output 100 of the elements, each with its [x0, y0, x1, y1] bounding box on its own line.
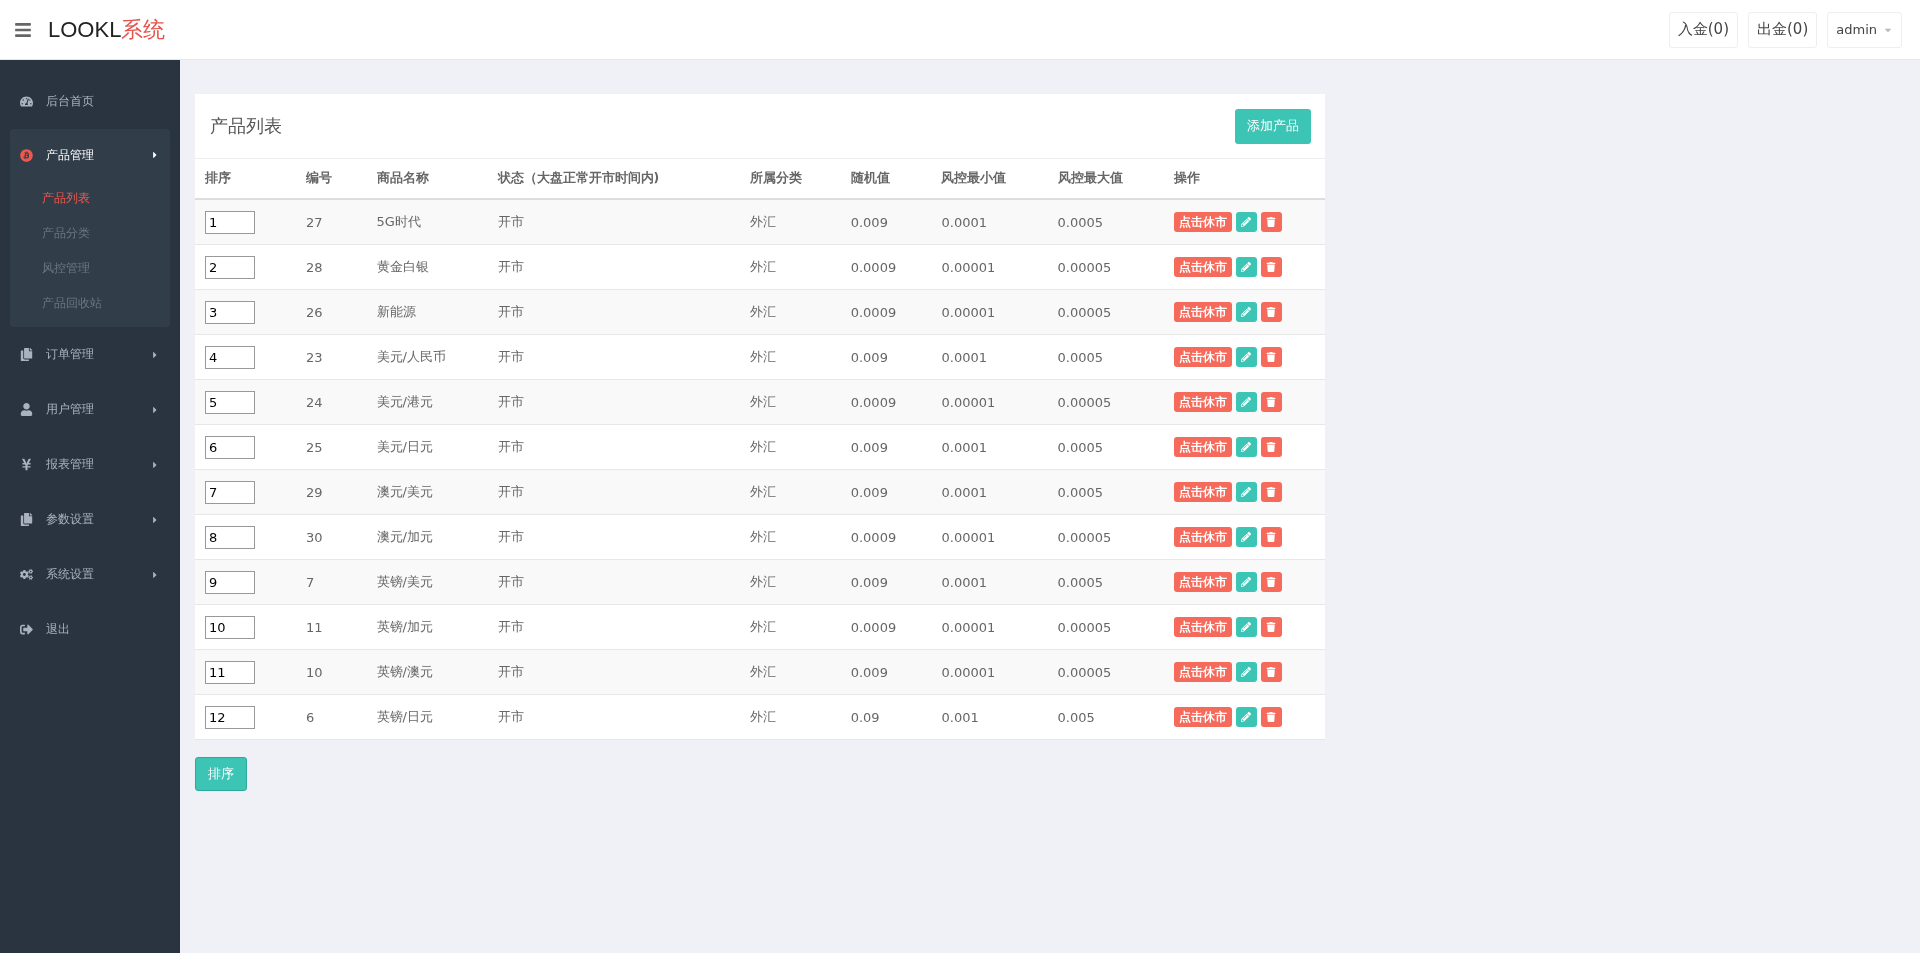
edit-button[interactable] [1235, 347, 1257, 367]
edit-button[interactable] [1235, 437, 1257, 457]
sidebar-item[interactable]: 系统设置 [10, 547, 170, 602]
bitcoin-icon [20, 148, 33, 162]
sidebar-item[interactable]: 参数设置 [10, 492, 170, 547]
edit-button[interactable] [1235, 257, 1257, 277]
edit-button[interactable] [1235, 707, 1257, 727]
trash-icon [1266, 532, 1276, 542]
table-cell: 7 [295, 559, 367, 605]
table-cell: 英镑/澳元 [366, 649, 488, 695]
pencil-icon [1241, 442, 1251, 452]
order-input[interactable]: 8 [205, 525, 255, 549]
table-cell: 英镑/加元 [366, 604, 488, 650]
table-cell: 外汇 [739, 289, 841, 335]
order-input[interactable]: 2 [205, 255, 255, 279]
order-input[interactable]: 11 [205, 660, 255, 684]
order-input[interactable]: 5 [205, 390, 255, 414]
order-input[interactable]: 12 [205, 705, 255, 729]
order-input[interactable]: 3 [205, 300, 255, 324]
table-cell: 外汇 [739, 694, 841, 740]
table-cell: 开市 [487, 424, 740, 470]
table-cell: 6 [295, 694, 367, 740]
edit-button[interactable] [1235, 392, 1257, 412]
delete-button[interactable] [1260, 707, 1282, 727]
table-cell: 0.009 [840, 469, 932, 515]
edit-button[interactable] [1235, 662, 1257, 682]
table-cell: 0.00005 [1047, 289, 1164, 335]
delete-button[interactable] [1260, 212, 1282, 232]
table-cell: 0.00001 [931, 604, 1048, 650]
table-cell: 0.0009 [840, 514, 932, 560]
table-cell: 0.0009 [840, 289, 932, 335]
table-cell: 0.00005 [1047, 649, 1164, 695]
delete-button[interactable] [1260, 617, 1282, 637]
menu-icon[interactable] [14, 20, 32, 39]
edit-button[interactable] [1235, 212, 1257, 232]
edit-button[interactable] [1235, 302, 1257, 322]
table-cell: 外汇 [739, 199, 841, 245]
user-dropdown[interactable]: admin [1827, 11, 1902, 48]
table-cell: 0.00001 [931, 649, 1048, 695]
pencil-icon [1241, 577, 1251, 587]
delete-button[interactable] [1260, 257, 1282, 277]
header-button[interactable]: 出金(0) [1748, 11, 1818, 48]
delete-button[interactable] [1260, 302, 1282, 322]
table-cell: 11 [295, 604, 367, 650]
trash-icon [1266, 217, 1276, 227]
table-cell: 0.00005 [1047, 379, 1164, 425]
edit-button[interactable] [1235, 527, 1257, 547]
table-cell: 0.009 [840, 199, 932, 245]
table-cell: 外汇 [739, 649, 841, 695]
sidebar-subitem[interactable]: 产品列表 [10, 181, 170, 216]
table-cell: 外汇 [739, 559, 841, 605]
delete-button[interactable] [1260, 572, 1282, 592]
table-cell: 0.005 [1047, 694, 1164, 740]
trash-icon [1266, 712, 1276, 722]
card-title: 产品列表 [210, 114, 282, 138]
pencil-icon [1241, 712, 1251, 722]
table-cell: 30 [295, 514, 367, 560]
delete-button[interactable] [1260, 347, 1282, 367]
sidebar-item[interactable]: 后台首页 [0, 74, 180, 129]
order-input[interactable]: 6 [205, 435, 255, 459]
header-button[interactable]: 入金(0) [1668, 11, 1738, 48]
trash-icon [1266, 667, 1276, 677]
delete-button[interactable] [1260, 392, 1282, 412]
table-cell: 0.00001 [931, 289, 1048, 335]
pencil-icon [1241, 667, 1251, 677]
delete-button[interactable] [1260, 437, 1282, 457]
sidebar-item[interactable]: 订单管理 [10, 327, 170, 382]
order-input[interactable]: 4 [205, 345, 255, 369]
sidebar-item[interactable]: 产品管理 [10, 129, 170, 181]
table-cell: 开市 [487, 514, 740, 560]
table-cell: 美元/日元 [366, 424, 488, 470]
table-cell: 0.00001 [931, 379, 1048, 425]
table-cell: 0.0001 [931, 559, 1048, 605]
table-cell: 开市 [487, 604, 740, 650]
trash-icon [1266, 307, 1276, 317]
edit-button[interactable] [1235, 482, 1257, 502]
sidebar-item[interactable]: 报表管理 [10, 437, 170, 492]
table-cell: 0.00005 [1047, 604, 1164, 650]
table-cell: 0.00005 [1047, 244, 1164, 290]
table-cell: 澳元/美元 [366, 469, 488, 515]
edit-button[interactable] [1235, 572, 1257, 592]
order-input[interactable]: 1 [205, 210, 255, 234]
order-input[interactable]: 10 [205, 615, 255, 639]
order-input[interactable]: 7 [205, 480, 255, 504]
sidebar-item[interactable]: 退出 [0, 602, 180, 657]
sidebar-item[interactable]: 用户管理 [10, 382, 170, 437]
order-input[interactable]: 9 [205, 570, 255, 594]
edit-button[interactable] [1235, 617, 1257, 637]
table-cell: 0.009 [840, 334, 932, 380]
table-cell: 开市 [487, 199, 740, 245]
delete-button[interactable] [1260, 527, 1282, 547]
trash-icon [1266, 352, 1276, 362]
trash-icon [1266, 487, 1276, 497]
table-cell: 外汇 [739, 424, 841, 470]
delete-button[interactable] [1260, 662, 1282, 682]
delete-button[interactable] [1260, 482, 1282, 502]
table-cell: 0.00001 [931, 244, 1048, 290]
table-cell: 0.00001 [931, 514, 1048, 560]
table-cell: 0.0001 [931, 199, 1048, 245]
table-cell: 外汇 [739, 244, 841, 290]
